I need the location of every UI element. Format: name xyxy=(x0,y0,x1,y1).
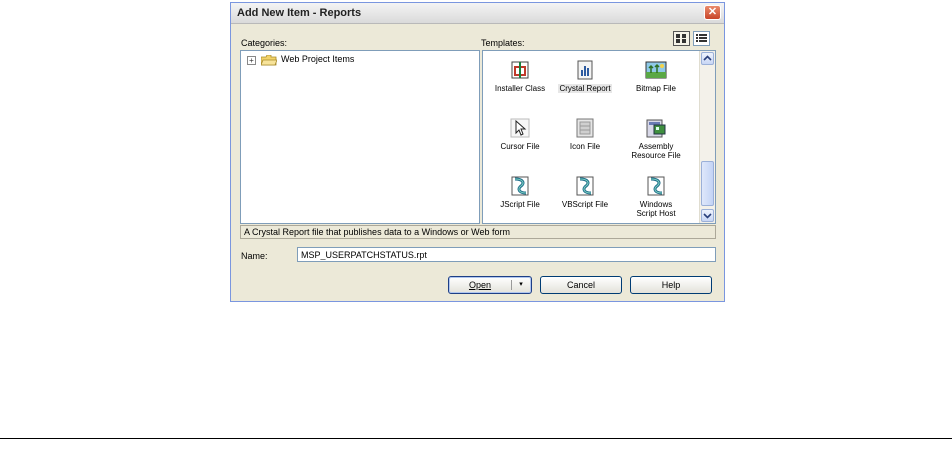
jscript-file-icon xyxy=(511,176,529,196)
template-caption: Assembly Resource File xyxy=(630,142,681,160)
scroll-up-button[interactable] xyxy=(701,52,714,65)
split-divider xyxy=(511,280,512,290)
add-new-item-dialog: Add New Item - Reports ✕ Categories: Tem… xyxy=(230,2,725,302)
template-installer-class[interactable]: Installer Class xyxy=(485,59,555,93)
open-button-label: Open xyxy=(468,280,492,290)
name-label: Name: xyxy=(241,251,268,261)
scroll-thumb[interactable] xyxy=(701,161,714,206)
help-button[interactable]: Help xyxy=(630,276,712,294)
templates-scrollbar[interactable] xyxy=(699,51,715,223)
caption-line: Resource File xyxy=(631,151,681,160)
icon-file-icon xyxy=(576,118,594,138)
tree-item-web-project-items[interactable]: Web Project Items xyxy=(281,54,354,64)
templates-list[interactable]: Installer Class Crystal Report Bitmap Fi… xyxy=(482,50,716,224)
small-icons-view-button[interactable] xyxy=(693,31,710,46)
folder-icon xyxy=(261,55,277,66)
description-bar: A Crystal Report file that publishes dat… xyxy=(240,225,716,239)
template-caption: JScript File xyxy=(500,200,540,209)
close-icon: ✕ xyxy=(707,6,718,18)
small-icons-icon xyxy=(696,34,707,42)
template-caption: Bitmap File xyxy=(635,84,676,93)
chevron-down-icon xyxy=(703,213,712,219)
caption-line: Script Host xyxy=(636,209,676,218)
large-icons-view-button[interactable] xyxy=(673,31,690,46)
cursor-file-icon xyxy=(510,118,530,138)
categories-label: Categories: xyxy=(241,38,288,48)
template-jscript-file[interactable]: JScript File xyxy=(485,175,555,209)
assembly-resource-file-icon xyxy=(646,119,666,138)
template-windows-script-host[interactable]: Windows Script Host xyxy=(621,175,691,218)
template-caption: Windows Script Host xyxy=(635,200,676,218)
page-divider xyxy=(0,438,952,439)
cancel-button[interactable]: Cancel xyxy=(540,276,622,294)
template-assembly-resource-file[interactable]: Assembly Resource File xyxy=(621,117,691,160)
window-title: Add New Item - Reports xyxy=(237,7,362,19)
template-caption: Icon File xyxy=(569,142,601,151)
close-button[interactable]: ✕ xyxy=(704,5,721,20)
caption-line: Assembly xyxy=(638,142,674,151)
name-input[interactable] xyxy=(297,247,716,262)
scroll-down-button[interactable] xyxy=(701,209,714,222)
bitmap-file-icon xyxy=(645,61,667,79)
template-crystal-report[interactable]: Crystal Report xyxy=(550,59,620,93)
template-caption: Crystal Report xyxy=(558,84,612,93)
template-bitmap-file[interactable]: Bitmap File xyxy=(621,59,691,93)
templates-label: Templates: xyxy=(481,38,525,48)
categories-tree[interactable]: + Web Project Items xyxy=(240,50,480,224)
caption-line: Windows xyxy=(639,200,673,209)
title-bar[interactable]: Add New Item - Reports ✕ xyxy=(231,3,724,24)
chevron-up-icon xyxy=(703,55,712,61)
crystal-report-icon xyxy=(577,60,593,80)
template-caption: Installer Class xyxy=(494,84,546,93)
template-cursor-file[interactable]: Cursor File xyxy=(485,117,555,151)
tree-expand-toggle[interactable]: + xyxy=(247,56,256,65)
template-caption: VBScript File xyxy=(561,200,609,209)
description-text: A Crystal Report file that publishes dat… xyxy=(244,227,510,237)
open-dropdown-icon[interactable]: ▾ xyxy=(513,277,529,293)
vbscript-file-icon xyxy=(576,176,594,196)
installer-class-icon xyxy=(511,61,529,79)
template-vbscript-file[interactable]: VBScript File xyxy=(550,175,620,209)
windows-script-host-icon xyxy=(647,176,665,196)
template-icon-file[interactable]: Icon File xyxy=(550,117,620,151)
large-icons-icon xyxy=(676,34,686,43)
template-caption: Cursor File xyxy=(500,142,540,151)
open-button[interactable]: Open ▾ xyxy=(448,276,532,294)
